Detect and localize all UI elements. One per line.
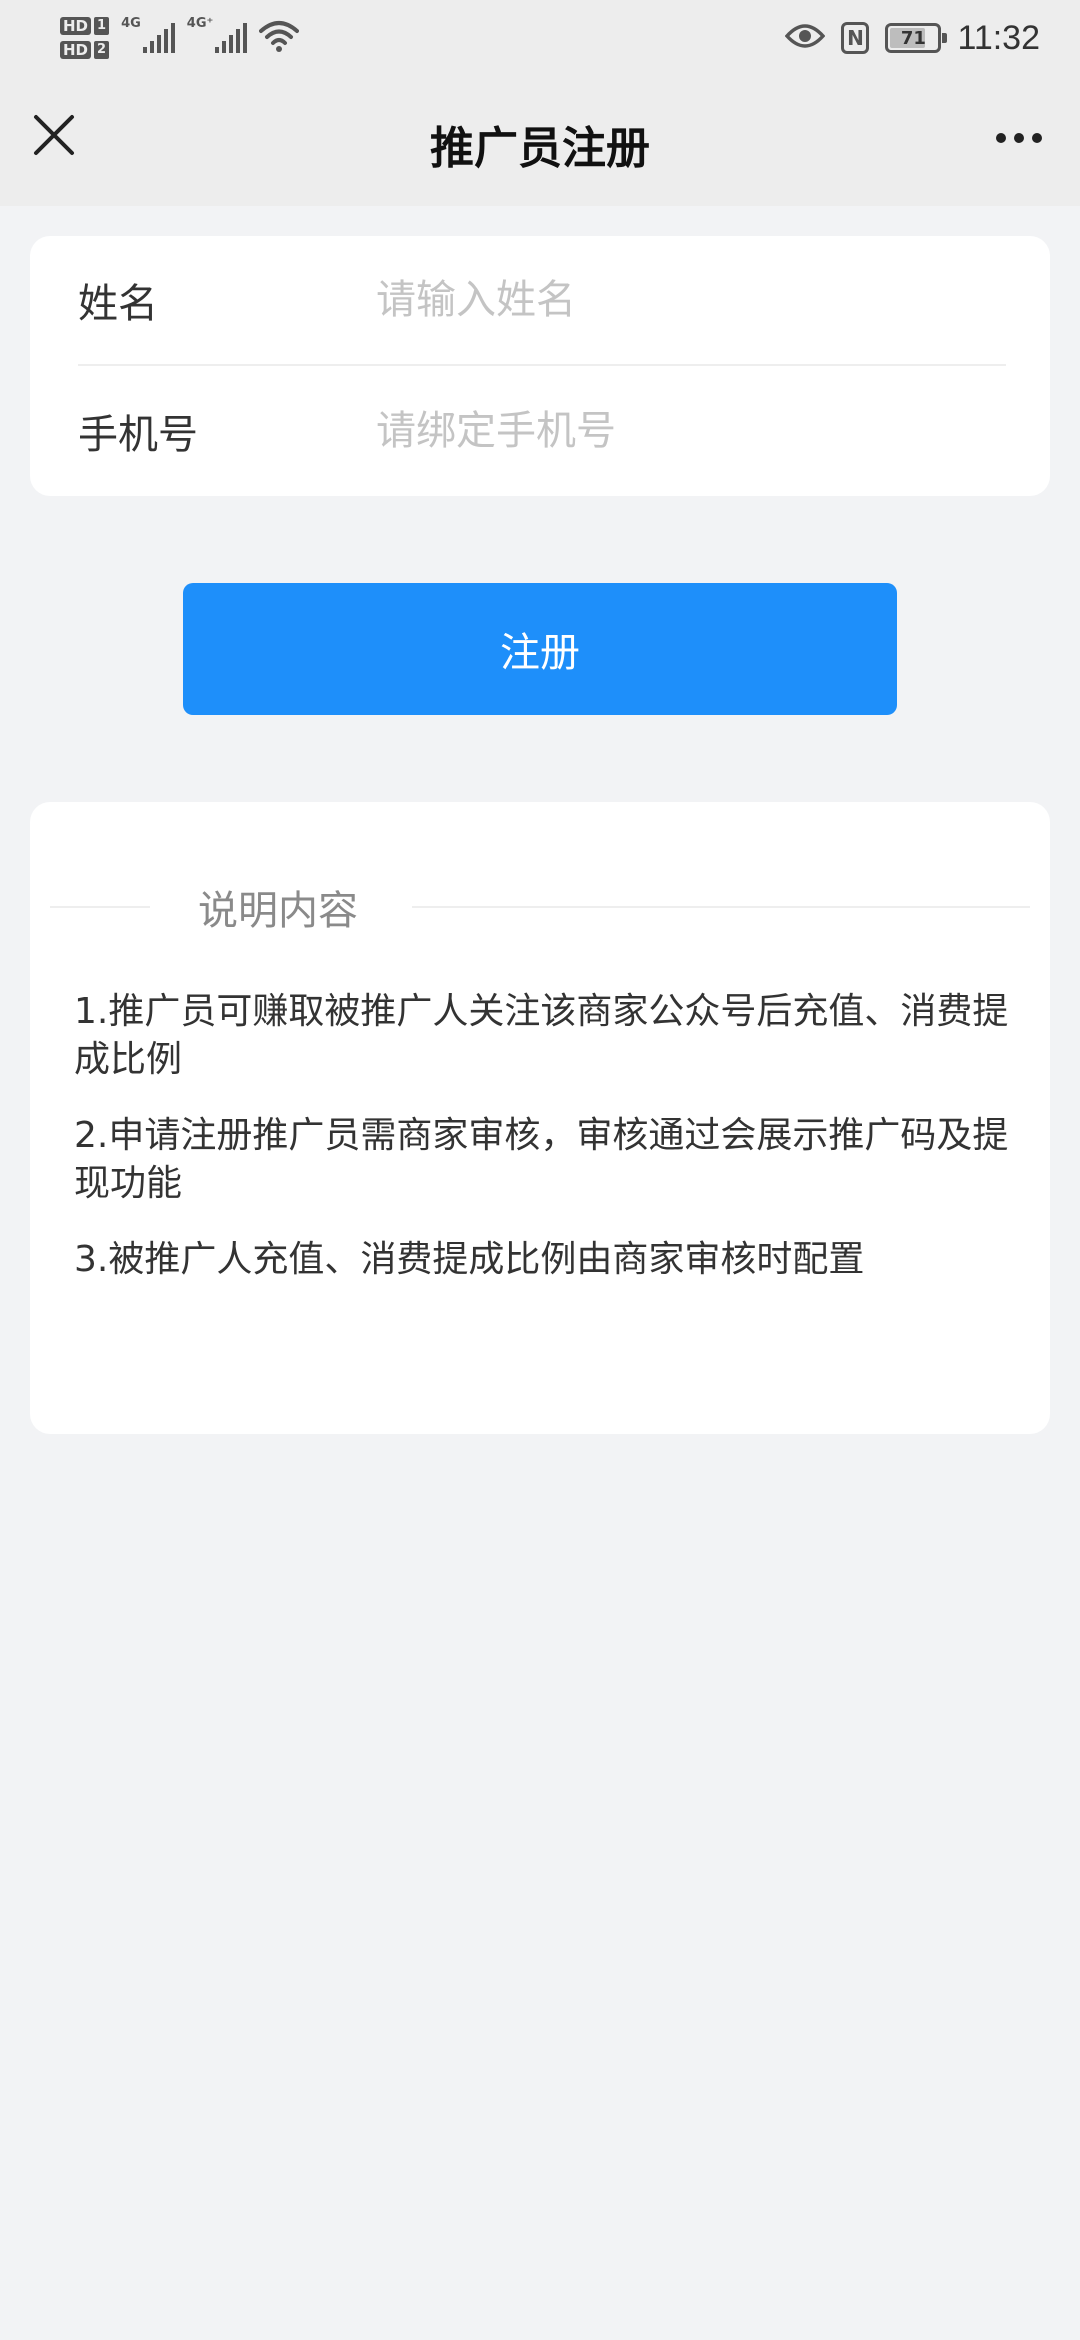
status-left: HD 1 HD 2 4G 4G⁺ <box>60 8 300 68</box>
signal-1-label: 4G <box>121 16 141 31</box>
more-icon-dot <box>1014 133 1024 143</box>
signal-2: 4G⁺ <box>187 16 248 53</box>
info-item: 1.推广员可赚取被推广人关注该商家公众号后充值、消费提成比例 <box>74 991 1009 1080</box>
battery-icon: 71 <box>885 23 948 53</box>
hd1-label: HD <box>60 17 92 35</box>
signal-bars-icon <box>215 23 248 53</box>
info-item: 2.申请注册推广员需商家审核，审核通过会展示推广码及提现功能 <box>74 1115 1009 1204</box>
hd-indicators: HD 1 HD 2 <box>60 17 110 59</box>
registration-form: 姓名 手机号 <box>30 236 1050 496</box>
name-label: 姓名 <box>78 281 158 327</box>
hd-indicator-1: HD 1 <box>60 17 110 35</box>
eye-icon <box>785 22 826 54</box>
nav-bar: 推广员注册 <box>0 76 1080 206</box>
status-right: N 71 11:32 <box>785 8 1040 68</box>
hd2-num: 2 <box>94 41 110 59</box>
wifi-icon <box>259 19 300 57</box>
hd-indicator-2: HD 2 <box>60 41 110 59</box>
hd2-label: HD <box>60 41 92 59</box>
more-button[interactable] <box>984 116 1054 160</box>
signal-bars-icon <box>142 23 175 53</box>
info-item: 3.被推广人充值、消费提成比例由商家审核时配置 <box>74 1239 865 1280</box>
title-divider-left <box>50 906 150 908</box>
name-input[interactable] <box>376 277 1006 323</box>
nfc-icon: N <box>841 22 870 54</box>
battery-level: 71 <box>900 27 926 49</box>
name-row: 姓名 <box>78 236 1006 366</box>
hd1-num: 1 <box>94 17 110 35</box>
more-icon-dot <box>996 133 1006 143</box>
phone-label: 手机号 <box>78 412 198 458</box>
signal-2-label: 4G⁺ <box>186 16 214 31</box>
phone-input[interactable] <box>376 408 1006 454</box>
status-bar: HD 1 HD 2 4G 4G⁺ N 71 11:32 <box>0 0 1080 76</box>
status-time: 11:32 <box>957 18 1040 57</box>
info-list: 1.推广员可赚取被推广人关注该商家公众号后充值、消费提成比例 2.申请注册推广员… <box>74 988 1010 1312</box>
info-card: 说明内容 1.推广员可赚取被推广人关注该商家公众号后充值、消费提成比例 2.申请… <box>30 802 1050 1434</box>
title-divider-right <box>412 906 1030 908</box>
page-title: 推广员注册 <box>430 123 650 174</box>
more-icon-dot <box>1032 133 1042 143</box>
top-bar: HD 1 HD 2 4G 4G⁺ N 71 11:32 推广员注册 <box>0 0 1080 206</box>
register-button[interactable]: 注册 <box>183 583 897 715</box>
signal-1: 4G <box>121 16 175 53</box>
info-title: 说明内容 <box>198 888 358 934</box>
phone-row: 手机号 <box>78 366 1006 496</box>
